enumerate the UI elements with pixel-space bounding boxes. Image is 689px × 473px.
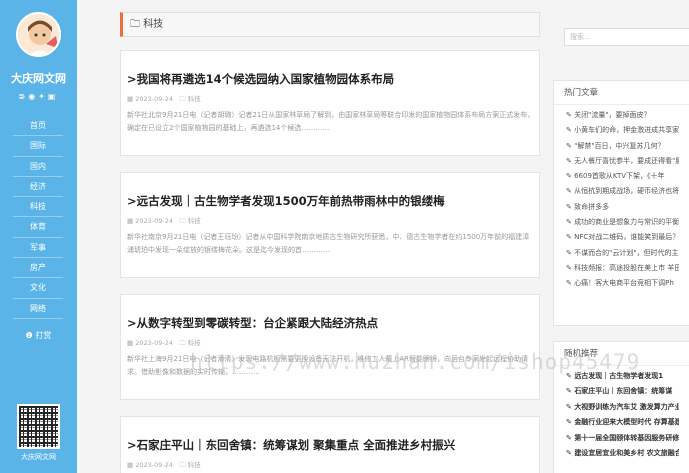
- post-meta: ▦ 2023-09-24 🗀 科技: [127, 459, 201, 472]
- donate-button[interactable]: ❶ 打赏: [0, 330, 77, 341]
- post-meta: ▦ 2023-09-24 🗀 科技: [127, 215, 201, 228]
- calendar-icon: ▦: [127, 339, 134, 347]
- post-date: 2023-09-24: [135, 217, 174, 225]
- folder-icon: 🗀: [179, 217, 186, 225]
- main-nav: 首页 国际 国内 经济 科技 体育 军事 房产 文化 网络: [13, 116, 63, 319]
- hot-articles-widget: 热门文章 ✎ 关闭"流量"，要掉面皮？ ✎ 小黄车们的命，押金激进成共享家 ✎ …: [553, 80, 689, 326]
- post-card: >远古发现｜古生物学者发现1500万年前热带雨林中的银缕梅 ▦ 2023-09-…: [120, 172, 540, 278]
- calendar-icon: ▦: [127, 217, 134, 225]
- random-articles-widget: 随机推荐 ✎ 远古发现｜古生物学者发现1 ✎ 石家庄平山｜东回舍镇：统筹谋 ✎ …: [553, 341, 689, 473]
- list-item[interactable]: ✎ 致命拼多多: [566, 200, 679, 215]
- list-item[interactable]: ✎ 关闭"流量"，要掉面皮？: [566, 108, 679, 123]
- nav-item-tech[interactable]: 科技: [13, 197, 63, 218]
- twitter-icon[interactable]: ✦: [38, 92, 48, 101]
- nav-item-property[interactable]: 房产: [13, 258, 63, 279]
- list-item[interactable]: ✎ "解禁"百日，中兴复苏几何？: [566, 139, 679, 154]
- post-category[interactable]: 科技: [188, 461, 201, 469]
- post-category[interactable]: 科技: [188, 217, 201, 225]
- list-item[interactable]: ✎ 不谋而合的"云计划"，但时代的主: [566, 246, 679, 261]
- post-card: >从数字转型到零碳转型：台企紧跟大陆经济热点 ▦ 2023-09-24 🗀 科技…: [120, 294, 540, 400]
- search-input[interactable]: 搜索...: [564, 28, 689, 46]
- calendar-icon: ▦: [127, 461, 134, 469]
- list-item[interactable]: ✎ 无人餐厅喜忧参半，要成还得看"腰: [566, 154, 679, 169]
- nav-item-international[interactable]: 国际: [13, 136, 63, 157]
- post-card: >我国将再遴选14个候选园纳入国家植物园体系布局 ▦ 2023-09-24 🗀 …: [120, 50, 540, 156]
- avatar[interactable]: [16, 12, 61, 57]
- post-category[interactable]: 科技: [188, 339, 201, 347]
- category-label: 科技: [143, 19, 164, 30]
- list-item[interactable]: ✎ 6609首歌从KTV下架，《十年: [566, 169, 679, 184]
- nav-item-economy[interactable]: 经济: [13, 177, 63, 198]
- donate-label: 打赏: [35, 331, 52, 340]
- rss-icon[interactable]: ⋑: [19, 92, 29, 101]
- post-card: >石家庄平山｜东回舍镇：统筹谋划 聚集重点 全面推进乡村振兴 ▦ 2023-09…: [120, 416, 540, 473]
- list-item[interactable]: ✎ 心痛！客大电商平台竞相下调Ph: [566, 276, 679, 291]
- list-item[interactable]: ✎ 第十一届全国颐体转基因服务研修班: [566, 431, 679, 446]
- qr-label: 大庆网文网: [21, 453, 56, 461]
- post-category[interactable]: 科技: [188, 95, 201, 103]
- sidebar: 大庆网文网 ⋑◉✦▣ 首页 国际 国内 经济 科技 体育 军事 房产 文化 网络…: [0, 0, 77, 473]
- nav-item-domestic[interactable]: 国内: [13, 157, 63, 177]
- post-date: 2023-09-24: [135, 339, 174, 347]
- avatar-illustration-icon: [18, 14, 59, 55]
- list-item[interactable]: ✎ 远古发现｜古生物学者发现1: [566, 369, 679, 384]
- folder-icon: 🗀: [179, 95, 186, 103]
- list-item[interactable]: ✎ NFC对战二维码，谁能笑到最后？: [566, 230, 679, 245]
- nav-item-sports[interactable]: 体育: [13, 217, 63, 238]
- folder-icon: 🗀: [179, 461, 186, 469]
- calendar-icon: ▦: [127, 95, 134, 103]
- widget-title: 随机推荐: [554, 342, 689, 366]
- list-item[interactable]: ✎ 大视野训练为汽车艾 激发算力产业: [566, 400, 679, 415]
- widget-title: 热门文章: [554, 81, 689, 105]
- post-excerpt: 新华社南京9月21日电（记者王珏玢）记者从中国科学院南京地质古生物研究所获悉，中…: [127, 233, 530, 254]
- social-links: ⋑◉✦▣: [0, 92, 77, 101]
- list-item[interactable]: ✎ 小黄车们的命，押金激进成共享家: [566, 123, 679, 138]
- post-meta: ▦ 2023-09-24 🗀 科技: [127, 337, 201, 350]
- donate-icon: ❶: [25, 331, 33, 340]
- list-item[interactable]: ✎ 成功的商业是想象力与常识的平衡: [566, 215, 679, 230]
- nav-item-military[interactable]: 军事: [13, 238, 63, 259]
- list-item[interactable]: ✎ 石家庄平山｜东回舍镇：统筹谋: [566, 384, 679, 399]
- post-excerpt: 新华社上海9月21日电（记者潘清）发现电路机板需要更换设备无法开机，维修工人戴上…: [127, 355, 529, 376]
- post-meta: ▦ 2023-09-24 🗀 科技: [127, 93, 201, 106]
- post-excerpt: 新华社北京9月21日电（记者胡璐）记者21日从国家林草局了解到，由国家林草局等联…: [127, 111, 535, 132]
- folder-icon: 🗀: [179, 339, 186, 347]
- site-name[interactable]: 大庆网文网: [0, 70, 77, 86]
- nav-item-home[interactable]: 首页: [13, 116, 63, 137]
- list-item[interactable]: ✎ 科技频报：高途投股在美上市 羊田: [566, 261, 679, 276]
- post-title[interactable]: >从数字转型到零碳转型：台企紧跟大陆经济热点: [127, 315, 378, 331]
- list-item[interactable]: ✎ 从恒杭到期成战场，硬币经济也将被: [566, 184, 679, 199]
- post-title[interactable]: >远古发现｜古生物学者发现1500万年前热带雨林中的银缕梅: [127, 193, 445, 209]
- post-date: 2023-09-24: [135, 95, 174, 103]
- list-item[interactable]: ✎ 建设宜居宜业和美乡村 农文旅融合: [566, 446, 679, 461]
- category-header: 🗀 科技: [120, 12, 540, 37]
- post-title[interactable]: >我国将再遴选14个候选园纳入国家植物园体系布局: [127, 71, 394, 87]
- weibo-icon[interactable]: ◉: [28, 92, 38, 101]
- nav-item-culture[interactable]: 文化: [13, 278, 63, 299]
- list-item[interactable]: ✎ 金融行业迎来大模型时代 存算基建: [566, 415, 679, 430]
- post-title[interactable]: >石家庄平山｜东回舍镇：统筹谋划 聚集重点 全面推进乡村振兴: [127, 437, 455, 453]
- nav-item-network[interactable]: 网络: [13, 299, 63, 319]
- folder-icon: 🗀: [130, 19, 140, 30]
- qr-code: [17, 404, 60, 449]
- facebook-icon[interactable]: ▣: [48, 92, 59, 101]
- post-date: 2023-09-24: [135, 461, 174, 469]
- hot-articles-list: ✎ 关闭"流量"，要掉面皮？ ✎ 小黄车们的命，押金激进成共享家 ✎ "解禁"百…: [554, 105, 689, 292]
- random-articles-list: ✎ 远古发现｜古生物学者发现1 ✎ 石家庄平山｜东回舍镇：统筹谋 ✎ 大视野训练…: [554, 366, 689, 461]
